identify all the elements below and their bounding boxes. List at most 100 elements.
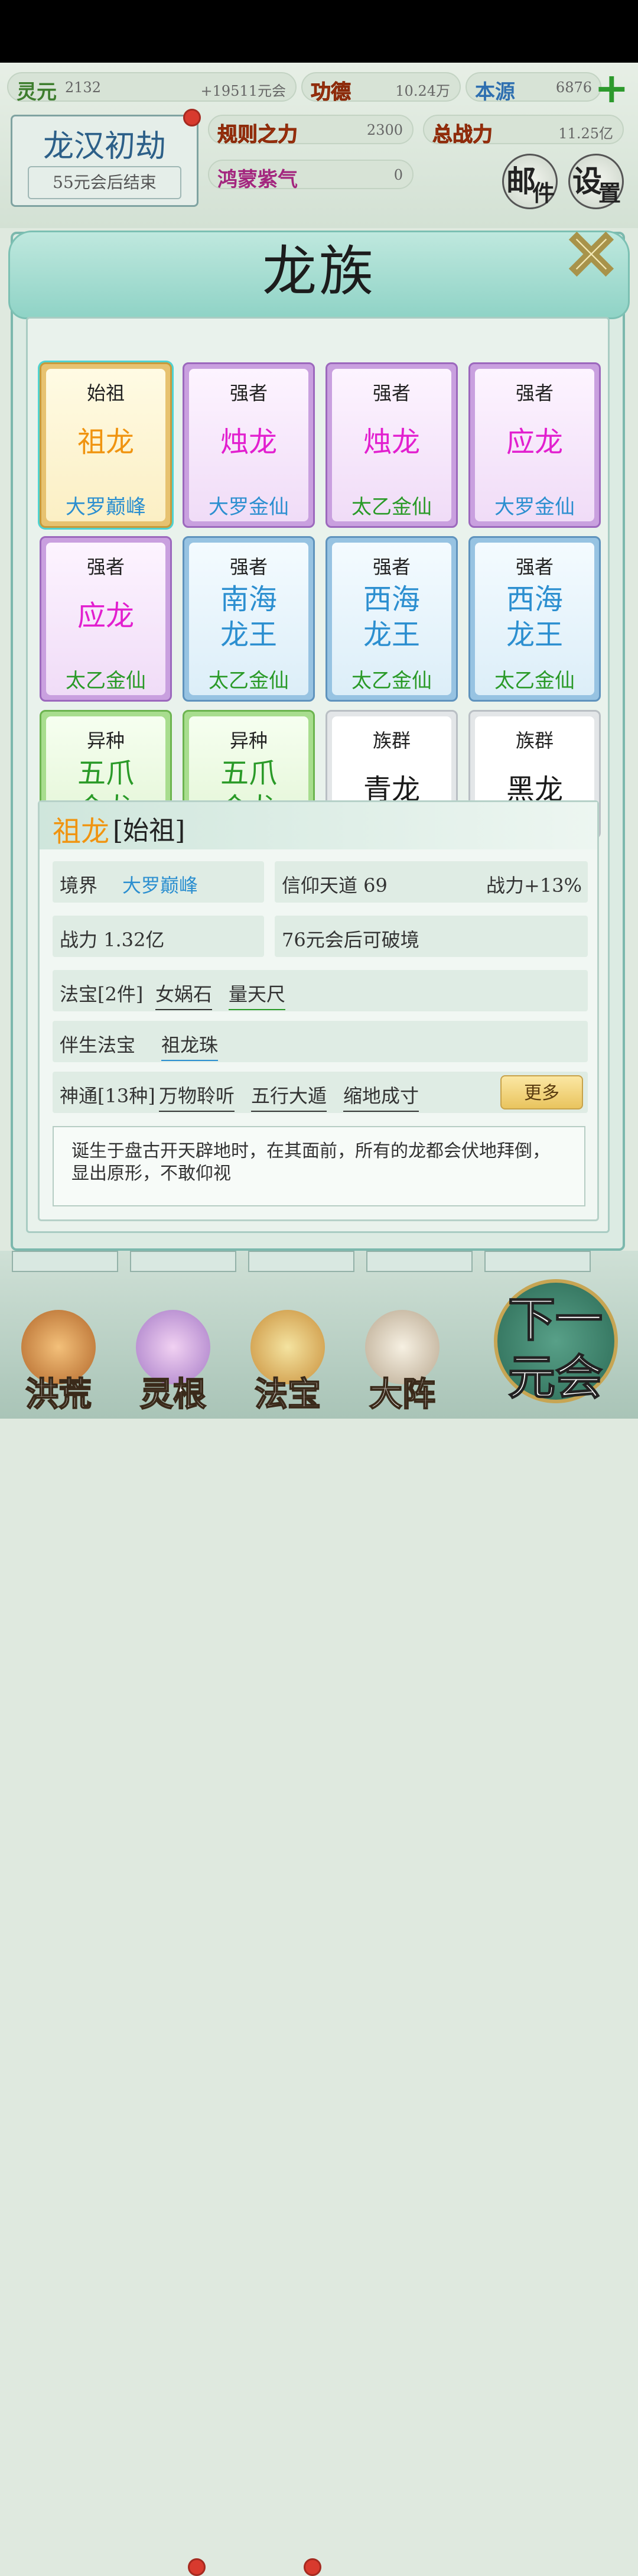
card-name: 烛龙 <box>332 424 451 460</box>
card-name-line: 西海 <box>363 583 420 616</box>
card-realm: 太乙金仙 <box>494 669 575 693</box>
card-name-line: 龙王 <box>363 618 420 651</box>
lingyuan-pill: 灵元 2132 +19511元会 <box>7 72 297 104</box>
card-realm: 太乙金仙 <box>66 669 146 693</box>
card-face: 强者 烛龙 太乙金仙 <box>332 369 451 521</box>
card-name: 烛龙 <box>189 424 308 460</box>
card-realm: 太乙金仙 <box>351 669 432 693</box>
card-realm: 大罗金仙 <box>494 495 575 519</box>
companion-treasure[interactable]: 祖龙珠 <box>161 1030 219 1061</box>
slot-strip <box>0 1251 638 1274</box>
nav-label: 洪荒 <box>25 1374 92 1414</box>
card-name: 应龙 <box>475 424 594 460</box>
next-era-line2: 元会 <box>507 1349 603 1406</box>
dragon-card[interactable]: 始祖 祖龙 大罗巅峰 <box>40 362 172 528</box>
realm-value: 大罗巅峰 <box>122 874 198 897</box>
card-face: 强者南海 龙王太乙金仙 <box>189 543 308 695</box>
add-benyuan-icon[interactable]: + <box>594 67 629 109</box>
card-name-line: 烛龙 <box>363 426 420 459</box>
mail-button[interactable]: 邮 件 <box>502 154 558 209</box>
card-name: 西海 龙王 <box>332 582 451 653</box>
notification-dot <box>183 109 201 126</box>
benyuan-label: 本源 <box>475 80 515 104</box>
dragon-card[interactable]: 强者 烛龙 大罗金仙 <box>183 362 315 528</box>
card-name: 西海 龙王 <box>475 582 594 653</box>
mail-glyph-1: 邮 <box>506 164 536 199</box>
card-name: 应龙 <box>46 598 165 634</box>
more-skills-button[interactable]: 更多 <box>500 1075 583 1109</box>
zongzhanli-label: 总战力 <box>432 123 493 147</box>
nav-dazhen[interactable]: 大阵 <box>352 1298 453 1416</box>
card-name-line: 龙王 <box>220 618 277 651</box>
detail-panel: 祖龙 [始祖] 境界 大罗巅峰 信仰天道 69 战力+13% 战力 1.32亿 … <box>38 800 599 1221</box>
dragon-card[interactable]: 强者 烛龙 太乙金仙 <box>325 362 458 528</box>
card-title: 异种 <box>86 729 125 752</box>
next-era-button[interactable]: 下一 元会 <box>494 1279 618 1406</box>
era-panel[interactable]: 龙汉初劫 55元会后结束 <box>11 115 198 207</box>
dragon-card[interactable]: 强者 西海 龙王 太乙金仙 <box>468 536 601 702</box>
close-button[interactable]: ✕ <box>562 221 620 289</box>
power-text: 战力 1.32亿 <box>60 929 165 951</box>
skill-item[interactable]: 万物聆听 <box>159 1081 235 1112</box>
slot <box>484 1251 591 1272</box>
dragon-card[interactable]: 强者 应龙 大罗金仙 <box>468 362 601 528</box>
card-face: 强者 西海 龙王 太乙金仙 <box>332 543 451 695</box>
card-name: 南海 龙王 <box>189 582 308 653</box>
nav-label: 法宝 <box>254 1374 321 1414</box>
dragon-card[interactable]: 强者 西海 龙王 太乙金仙 <box>325 536 458 702</box>
notification-dot <box>304 2558 321 2576</box>
settings-button[interactable]: 设 置 <box>568 154 624 209</box>
faith-row: 信仰天道 69 战力+13% <box>275 861 588 903</box>
skill-item[interactable]: 五行大遁 <box>251 1081 327 1112</box>
breakthrough-row: 76元会后可破境 <box>275 916 588 957</box>
settings-glyph-2: 置 <box>598 180 621 206</box>
treasure-label: 法宝[2件] <box>60 983 144 1005</box>
card-name-line: 烛龙 <box>220 426 277 459</box>
faith-text: 信仰天道 69 <box>282 874 388 897</box>
card-name-line: 祖龙 <box>77 426 134 459</box>
gongde-label: 功德 <box>311 80 351 105</box>
card-face: 始祖 祖龙 大罗巅峰 <box>46 369 165 521</box>
guize-label: 规则之力 <box>217 123 298 147</box>
power-bonus: 战力+13% <box>486 874 582 897</box>
card-face: 强者 应龙 大罗金仙 <box>475 369 594 521</box>
nav-label: 灵根 <box>139 1374 207 1414</box>
gongde-value: 10.24万 <box>395 83 450 99</box>
detail-header: 祖龙 [始祖] <box>40 802 597 849</box>
realm-row: 境界 大罗巅峰 <box>53 861 264 903</box>
skill-item[interactable]: 缩地成寸 <box>343 1081 419 1112</box>
card-title: 强者 <box>86 556 125 578</box>
card-name-line: 五爪 <box>220 757 277 790</box>
settings-glyph-1: 设 <box>572 164 602 199</box>
card-title: 强者 <box>229 556 268 578</box>
dragon-card[interactable]: 强者南海 龙王太乙金仙 <box>183 536 315 702</box>
card-face: 强者 应龙 太乙金仙 <box>46 543 165 695</box>
guize-pill: 规则之力 2300 <box>208 115 414 147</box>
zongzhanli-pill: 总战力 11.25亿 <box>423 115 624 147</box>
slot <box>130 1251 236 1272</box>
income-value: +19511元会 <box>200 83 286 99</box>
card-title: 强者 <box>229 382 268 404</box>
card-face: 强者 西海 龙王 太乙金仙 <box>475 543 594 695</box>
slot <box>366 1251 473 1272</box>
card-realm: 太乙金仙 <box>209 669 289 693</box>
detail-rank: [始祖] <box>113 816 185 846</box>
nav-linggen[interactable]: 灵根 <box>123 1298 223 1416</box>
era-subtitle: 55元会后结束 <box>28 166 181 199</box>
benyuan-pill: 本源 6876 <box>466 72 601 104</box>
treasure-item[interactable]: 女娲石 <box>155 979 213 1010</box>
dragon-card[interactable]: 强者 应龙 太乙金仙 <box>40 536 172 702</box>
slot <box>248 1251 354 1272</box>
card-name-line: 龙王 <box>506 618 563 651</box>
slot <box>12 1251 118 1272</box>
card-title: 异种 <box>229 729 268 752</box>
nav-honghuang[interactable]: 洪荒 <box>8 1298 109 1416</box>
card-title: 强者 <box>372 382 411 404</box>
nav-fabao[interactable]: 法宝 <box>237 1298 338 1416</box>
card-title: 强者 <box>515 382 554 404</box>
realm-label: 境界 <box>60 874 98 897</box>
card-realm: 太乙金仙 <box>351 495 432 519</box>
card-title: 族群 <box>372 729 411 752</box>
power-row: 战力 1.32亿 <box>53 916 264 957</box>
treasure-item[interactable]: 量天尺 <box>229 979 286 1010</box>
